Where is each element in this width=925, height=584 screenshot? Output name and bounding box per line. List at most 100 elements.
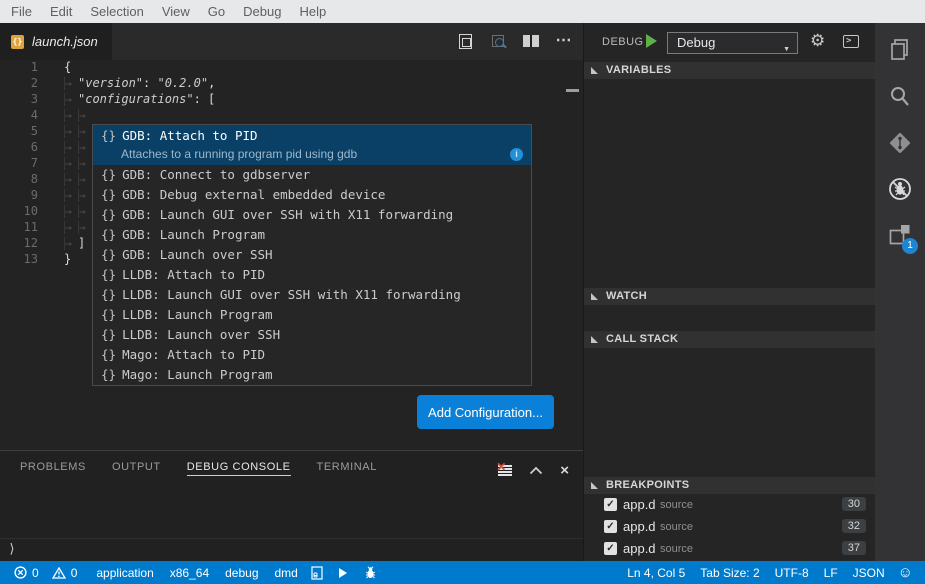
- suggest-item[interactable]: {}Mago: Attach to PID: [93, 345, 531, 365]
- checkbox-checked-icon[interactable]: ✓: [604, 520, 617, 533]
- line-number[interactable]: 12: [0, 236, 38, 250]
- line-text[interactable]: →→: [64, 156, 92, 170]
- checkbox-checked-icon[interactable]: ✓: [604, 542, 617, 555]
- line-number[interactable]: 2: [0, 76, 38, 90]
- suggest-item[interactable]: {}GDB: Debug external embedded device: [93, 185, 531, 205]
- status-application[interactable]: application: [96, 566, 153, 580]
- errors-icon[interactable]: [14, 566, 27, 579]
- menu-item[interactable]: Edit: [41, 0, 81, 23]
- checkbox-checked-icon[interactable]: ✓: [604, 498, 617, 511]
- error-count[interactable]: 0: [32, 566, 39, 580]
- line-number[interactable]: 3: [0, 92, 38, 106]
- add-configuration-button[interactable]: Add Configuration...: [417, 395, 554, 429]
- line-text[interactable]: →→: [64, 188, 92, 202]
- run-icon[interactable]: [339, 568, 347, 578]
- debug-config-select[interactable]: Debug ▼: [667, 32, 798, 54]
- line-number[interactable]: 1: [0, 60, 38, 74]
- menu-item[interactable]: File: [2, 0, 41, 23]
- breakpoint-row[interactable]: ✓ app.d source 32: [584, 516, 875, 538]
- section-watch[interactable]: WATCH: [584, 288, 875, 305]
- debug-console-input[interactable]: ⟩: [0, 538, 583, 561]
- split-editor-icon[interactable]: [522, 32, 540, 50]
- suggest-selected-title: {}GDB: Attach to PID: [101, 127, 258, 145]
- panel-tab[interactable]: TERMINAL: [317, 461, 377, 475]
- section-breakpoints[interactable]: BREAKPOINTS: [584, 477, 875, 494]
- line-text[interactable]: →"version": "0.2.0",: [64, 76, 215, 90]
- line-text[interactable]: →→: [64, 204, 92, 218]
- suggest-item[interactable]: {}GDB: Launch Program: [93, 225, 531, 245]
- maximize-panel-icon[interactable]: [529, 462, 543, 480]
- line-number[interactable]: 10: [0, 204, 38, 218]
- status-compiler[interactable]: dmd: [275, 566, 298, 580]
- open-debug-console-icon[interactable]: >: [843, 35, 859, 48]
- bug-icon[interactable]: [363, 566, 378, 580]
- suggest-item[interactable]: {}LLDB: Attach to PID: [93, 265, 531, 285]
- suggest-item[interactable]: {}LLDB: Launch over SSH: [93, 325, 531, 345]
- source-control-icon[interactable]: [887, 130, 913, 156]
- open-preview-icon[interactable]: [456, 32, 474, 50]
- menu-item[interactable]: Debug: [234, 0, 290, 23]
- line-text[interactable]: →]: [64, 236, 85, 250]
- line-number[interactable]: 6: [0, 140, 38, 154]
- suggest-item[interactable]: {}GDB: Launch over SSH: [93, 245, 531, 265]
- clear-console-icon[interactable]: ✕: [498, 465, 512, 478]
- menu-item[interactable]: Help: [290, 0, 335, 23]
- dub-file-icon[interactable]: [311, 566, 323, 580]
- language-mode[interactable]: JSON: [853, 566, 885, 580]
- panel-tab[interactable]: PROBLEMS: [20, 461, 86, 475]
- indentation[interactable]: Tab Size: 2: [700, 566, 759, 580]
- line-number[interactable]: 7: [0, 156, 38, 170]
- line-text[interactable]: →→: [64, 108, 92, 122]
- breakpoint-row[interactable]: ✓ app.d source 30: [584, 494, 875, 516]
- more-actions-icon[interactable]: ⋯: [555, 32, 573, 50]
- line-text[interactable]: {: [64, 60, 71, 74]
- status-right: Ln 4, Col 5 Tab Size: 2 UTF-8 LF JSON ☺: [612, 561, 913, 584]
- line-text[interactable]: }: [64, 252, 71, 266]
- line-text[interactable]: →→: [64, 140, 92, 154]
- line-text[interactable]: →"configurations": [: [64, 92, 215, 106]
- start-debug-icon[interactable]: [646, 34, 657, 48]
- suggest-item[interactable]: {}Mago: Launch Program: [93, 365, 531, 385]
- section-call-stack[interactable]: CALL STACK: [584, 331, 875, 348]
- line-number[interactable]: 4: [0, 108, 38, 122]
- line-text[interactable]: →→: [64, 220, 92, 234]
- menu-item[interactable]: Selection: [81, 0, 152, 23]
- line-text[interactable]: →→: [64, 172, 92, 186]
- close-panel-icon[interactable]: ×: [560, 464, 569, 478]
- status-arch[interactable]: x86_64: [170, 566, 209, 580]
- panel-tab[interactable]: OUTPUT: [112, 461, 161, 475]
- breakpoint-row[interactable]: ✓ app.d source 37: [584, 538, 875, 560]
- line-number[interactable]: 13: [0, 252, 38, 266]
- menu-item[interactable]: Go: [199, 0, 234, 23]
- eol-sequence[interactable]: LF: [824, 566, 838, 580]
- suggest-selected-label: GDB: Attach to PID: [122, 128, 257, 143]
- suggest-item[interactable]: {}LLDB: Launch GUI over SSH with X11 for…: [93, 285, 531, 305]
- bottom-panel: PROBLEMSOUTPUTDEBUG CONSOLETERMINAL ✕ × …: [0, 450, 583, 561]
- debug-icon[interactable]: [887, 176, 913, 202]
- gear-icon[interactable]: ⚙: [810, 30, 825, 52]
- search-icon[interactable]: [887, 84, 913, 110]
- line-number[interactable]: 5: [0, 124, 38, 138]
- status-buildtype[interactable]: debug: [225, 566, 258, 580]
- cursor-position[interactable]: Ln 4, Col 5: [627, 566, 685, 580]
- feedback-smiley-icon[interactable]: ☺: [898, 563, 913, 583]
- tab-launch-json[interactable]: {} launch.json: [0, 23, 112, 60]
- suggest-item-selected[interactable]: {}GDB: Attach to PID Attaches to a runni…: [93, 125, 531, 165]
- suggest-item[interactable]: {}GDB: Connect to gdbserver: [93, 165, 531, 185]
- warning-count[interactable]: 0: [71, 566, 78, 580]
- warnings-icon[interactable]: [52, 567, 66, 579]
- extensions-icon[interactable]: 1: [887, 222, 913, 248]
- line-number[interactable]: 9: [0, 188, 38, 202]
- section-variables[interactable]: VARIABLES: [584, 62, 875, 79]
- menu-item[interactable]: View: [153, 0, 199, 23]
- line-number[interactable]: 11: [0, 220, 38, 234]
- suggest-item[interactable]: {}GDB: Launch GUI over SSH with X11 forw…: [93, 205, 531, 225]
- explorer-icon[interactable]: [887, 37, 913, 63]
- line-text[interactable]: →→: [64, 124, 92, 138]
- suggest-item[interactable]: {}LLDB: Launch Program: [93, 305, 531, 325]
- search-in-file-icon[interactable]: [489, 32, 507, 50]
- panel-tab[interactable]: DEBUG CONSOLE: [187, 461, 291, 476]
- line-number[interactable]: 8: [0, 172, 38, 186]
- encoding[interactable]: UTF-8: [775, 566, 809, 580]
- info-icon[interactable]: i: [510, 148, 523, 161]
